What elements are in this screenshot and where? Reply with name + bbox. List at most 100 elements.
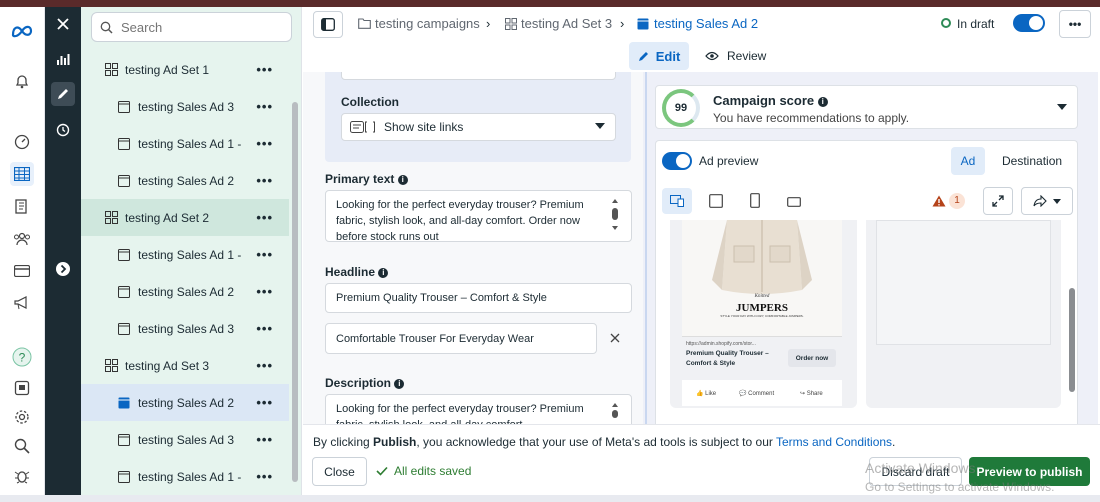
remove-headline-close-icon[interactable]	[610, 332, 620, 346]
toggle-panel-button[interactable]	[313, 11, 343, 38]
tree-item-label: testing Ad Set 3	[125, 358, 210, 373]
secondary-placement-preview[interactable]	[866, 220, 1061, 408]
vertical-format-icon[interactable]	[750, 193, 760, 211]
expand-panel-arrow-icon[interactable]	[51, 257, 75, 281]
pages-icon[interactable]	[10, 195, 34, 219]
ad-icon	[117, 322, 131, 336]
search-icon[interactable]	[10, 434, 34, 458]
square-format-icon[interactable]	[709, 194, 723, 211]
tab-destination[interactable]: Destination	[1002, 154, 1062, 168]
ad-icon	[117, 470, 131, 484]
more-options-button[interactable]: •••	[1059, 10, 1091, 38]
product-brand-small: Knitted	[754, 294, 770, 299]
tree-ad-item[interactable]: testing Sales Ad 2 •••	[81, 273, 289, 310]
description-input[interactable]: Looking for the perfect everyday trouser…	[325, 394, 632, 424]
tree-ad-item[interactable]: testing Sales Ad 3 •••	[81, 88, 289, 125]
more-options-icon[interactable]: •••	[256, 136, 273, 151]
more-options-icon[interactable]: •••	[256, 210, 273, 225]
more-options-icon[interactable]: •••	[256, 99, 273, 114]
breadcrumb-campaign[interactable]: testing campaigns	[358, 16, 480, 31]
help-icon[interactable]: ?	[10, 345, 34, 369]
warning-count-badge: 1	[949, 193, 965, 209]
gauge-icon[interactable]	[10, 130, 34, 154]
adset-grid-icon	[104, 63, 118, 77]
close-button[interactable]: Close	[312, 457, 367, 486]
primary-text-scrollbar[interactable]	[612, 199, 618, 235]
primary-text-input[interactable]: Looking for the perfect everyday trouser…	[325, 190, 632, 242]
headline-input-1[interactable]: Premium Quality Trouser – Comfort & Styl…	[325, 283, 632, 313]
section-field-top[interactable]	[341, 72, 616, 80]
save-status: All edits saved	[376, 464, 471, 478]
like-action[interactable]: 👍 Like	[696, 390, 716, 397]
breadcrumb-ad[interactable]: testing Sales Ad 2	[637, 16, 758, 31]
tree-ad-item[interactable]: testing Sales Ad 2 •••	[81, 162, 289, 199]
terms-bold: Publish	[373, 435, 417, 449]
more-options-icon[interactable]: •••	[256, 358, 273, 373]
campaign-score-card[interactable]: 99 Campaign score i You have recommendat…	[655, 85, 1078, 129]
tree-adset-item[interactable]: testing Ad Set 2 •••	[81, 199, 289, 236]
share-action[interactable]: ↪ Share	[800, 390, 823, 397]
more-options-icon[interactable]: •••	[256, 173, 273, 188]
description-scrollbar[interactable]	[612, 403, 618, 418]
breadcrumb-adset[interactable]: testing Ad Set 3	[505, 16, 612, 31]
preview-scrollbar[interactable]	[1069, 288, 1075, 392]
megaphone-icon[interactable]	[10, 291, 34, 315]
notifications-bell-icon[interactable]	[10, 69, 34, 93]
tree-ad-item[interactable]: testing Sales Ad 1 - •••	[81, 125, 289, 162]
tree-scrollbar[interactable]	[292, 102, 298, 482]
folder-icon	[358, 18, 371, 29]
settings-gear-icon[interactable]	[10, 405, 34, 429]
tab-review[interactable]: Review	[705, 49, 766, 63]
publish-toggle[interactable]	[1013, 14, 1045, 32]
tree-ad-item[interactable]: testing Sales Ad 1 - •••	[81, 458, 289, 495]
landscape-format-icon[interactable]	[787, 196, 801, 210]
tree-ad-item[interactable]: testing Sales Ad 1 - •••	[81, 236, 289, 273]
account-quality-icon[interactable]	[10, 376, 34, 400]
history-clock-icon[interactable]	[51, 118, 75, 142]
bug-report-icon[interactable]	[10, 464, 34, 488]
window-top-border	[0, 0, 1100, 7]
edit-pencil-icon[interactable]	[51, 82, 75, 106]
tab-edit[interactable]: Edit	[629, 42, 689, 70]
tab-ad[interactable]: Ad	[951, 147, 985, 175]
info-icon: i	[817, 96, 828, 107]
billing-card-icon[interactable]	[10, 259, 34, 283]
tree-ad-item[interactable]: testing Sales Ad 3 •••	[81, 421, 289, 458]
tree-ad-item[interactable]: testing Sales Ad 3 •••	[81, 310, 289, 347]
save-status-label: All edits saved	[394, 464, 472, 478]
more-options-icon[interactable]: •••	[256, 395, 273, 410]
more-options-icon[interactable]: •••	[256, 247, 273, 262]
tree-search-box[interactable]	[91, 12, 292, 42]
meta-logo-icon[interactable]	[10, 19, 34, 43]
more-options-icon[interactable]: •••	[256, 321, 273, 336]
share-preview-button[interactable]	[1021, 187, 1073, 215]
tree-search-input[interactable]	[121, 19, 281, 35]
more-options-icon[interactable]: •••	[256, 469, 273, 484]
ad-preview-label: Ad preview	[699, 154, 759, 168]
tree-item-label: testing Sales Ad 1 -	[138, 247, 242, 262]
collection-select[interactable]: Show site links	[341, 113, 616, 141]
tree-adset-item[interactable]: testing Ad Set 1 •••	[81, 51, 289, 88]
terms-link[interactable]: Terms and Conditions	[776, 435, 892, 449]
window-bottom-border	[0, 495, 1100, 502]
more-options-icon[interactable]: •••	[256, 284, 273, 299]
headline-input-2[interactable]: Comfortable Trouser For Everyday Wear	[325, 323, 597, 354]
desktop-mobile-view-icon[interactable]	[662, 188, 692, 214]
more-options-icon[interactable]: •••	[256, 62, 273, 77]
reporting-chart-icon[interactable]	[51, 47, 75, 71]
ads-manager-table-icon[interactable]	[10, 162, 34, 186]
more-options-icon[interactable]: •••	[256, 432, 273, 447]
comment-action[interactable]: 💬 Comment	[739, 390, 774, 397]
ad-preview-toggle[interactable]	[662, 152, 692, 170]
expand-preview-icon[interactable]	[983, 187, 1013, 215]
order-now-button[interactable]: Order now	[788, 349, 836, 367]
search-icon	[100, 21, 113, 34]
chevron-down-icon	[1057, 104, 1067, 110]
close-icon[interactable]	[51, 12, 75, 36]
warning-icon[interactable]	[932, 195, 946, 210]
preview-canvas: Knitted JUMPERS STYLE YOUR DAY WITH COZY…	[655, 220, 1078, 424]
tree-adset-item[interactable]: testing Ad Set 3 •••	[81, 347, 289, 384]
tree-ad-item[interactable]: testing Sales Ad 2 •••	[81, 384, 289, 421]
audiences-icon[interactable]	[10, 227, 34, 251]
edit-pencil-icon	[638, 52, 648, 61]
